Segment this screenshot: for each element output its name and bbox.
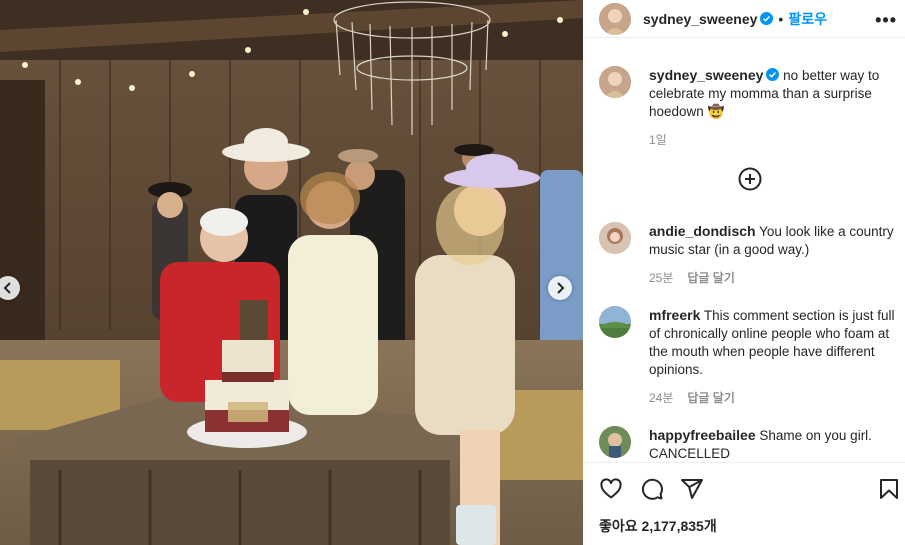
more-options-icon[interactable]: ••• — [875, 10, 897, 31]
post-actions: 좋아요 2,177,835개 — [583, 462, 905, 545]
comment-username[interactable]: andie_dondisch — [649, 223, 756, 239]
follow-button[interactable]: 팔로우 — [788, 9, 827, 29]
comment-item: andie_dondisch You look like a country m… — [599, 222, 899, 287]
plus-circle-icon — [738, 167, 762, 191]
party-scene-image — [0, 0, 583, 545]
reply-button[interactable]: 답글 달기 — [687, 391, 735, 405]
caption-avatar[interactable] — [599, 66, 631, 98]
caption-username[interactable]: sydney_sweeney — [649, 67, 763, 83]
author-avatar[interactable] — [599, 2, 631, 35]
reply-button[interactable]: 답글 달기 — [687, 271, 735, 285]
post-side-panel: sydney_sweeney • 팔로우 ••• sydney_sweeney … — [583, 0, 905, 545]
verified-badge-icon — [766, 68, 780, 81]
comment-time: 25분 — [649, 271, 674, 285]
likes-count[interactable]: 좋아요 2,177,835개 — [599, 516, 717, 536]
comment-username[interactable]: mfreerk — [649, 307, 700, 323]
heart-icon[interactable] — [599, 477, 623, 501]
likes-label: 좋아요 — [599, 518, 638, 534]
comment-avatar[interactable] — [599, 222, 631, 254]
header-separator: • — [778, 10, 784, 27]
comment-item: happyfreebailee Shame on you girl. CANCE… — [599, 426, 899, 458]
bookmark-icon[interactable] — [877, 477, 901, 501]
share-icon[interactable] — [680, 477, 704, 501]
load-more-comments-button[interactable] — [738, 167, 762, 191]
caption-time: 1일 — [649, 133, 667, 147]
carousel-next-button[interactable] — [548, 276, 572, 300]
caption: sydney_sweeney no better way to celebrat… — [599, 66, 899, 149]
chevron-left-icon — [3, 282, 11, 294]
comment-username[interactable]: happyfreebailee — [649, 427, 756, 443]
comment-icon[interactable] — [640, 477, 664, 501]
chevron-right-icon — [557, 282, 565, 294]
verified-badge-icon — [760, 12, 774, 25]
comment-item: mfreerk This comment section is just ful… — [599, 306, 899, 407]
likes-number: 2,177,835개 — [641, 518, 717, 534]
comment-time: 24분 — [649, 391, 674, 405]
post-photo — [0, 0, 583, 545]
author-username[interactable]: sydney_sweeney — [643, 11, 757, 27]
post-header: sydney_sweeney • 팔로우 ••• — [583, 0, 905, 38]
comment-avatar[interactable] — [599, 426, 631, 458]
comment-avatar[interactable] — [599, 306, 631, 338]
